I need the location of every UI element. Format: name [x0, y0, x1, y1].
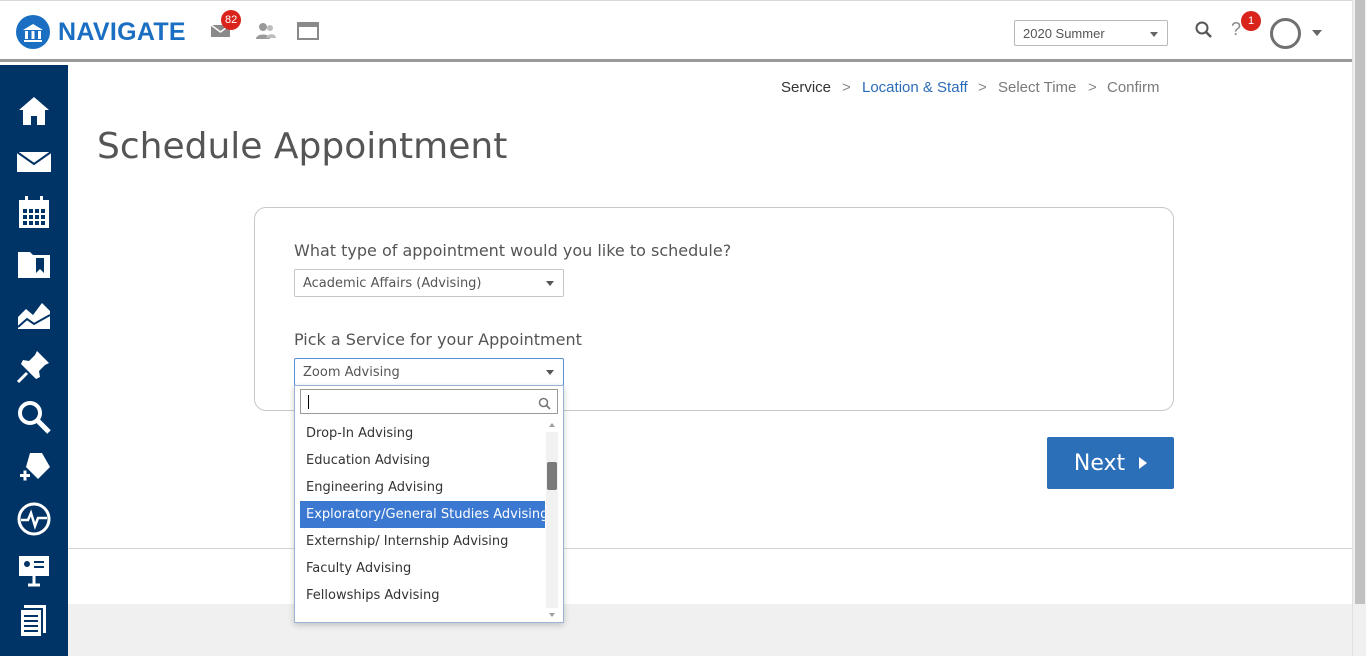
top-bar: NAVIGATE 82 2020 Summer ? 1	[0, 0, 1352, 62]
dropdown-option[interactable]: Engineering Advising	[300, 474, 545, 501]
term-select-value: 2020 Summer	[1023, 26, 1105, 41]
logo-mark-icon	[16, 15, 50, 49]
breadcrumb-separator: >	[1088, 79, 1097, 96]
text-cursor	[308, 395, 309, 409]
chevron-right-icon	[1139, 457, 1148, 469]
divider	[68, 548, 1352, 549]
dropdown-option[interactable]: Fellowships Advising	[300, 582, 545, 609]
service-label: Pick a Service for your Appointment	[294, 330, 582, 349]
documents-icon[interactable]	[16, 603, 52, 639]
scroll-track[interactable]	[546, 432, 558, 608]
search-nav-icon[interactable]	[16, 399, 52, 435]
dropdown-scrollbar[interactable]	[546, 420, 558, 620]
help-icon-glyph: ?	[1231, 19, 1242, 39]
account-menu-caret-icon[interactable]	[1312, 30, 1322, 36]
breadcrumb-confirm: Confirm	[1107, 79, 1160, 96]
mail-icon[interactable]	[16, 144, 52, 180]
breadcrumb-select-time: Select Time	[998, 79, 1077, 96]
footer-band	[68, 604, 1352, 656]
page-title: Schedule Appointment	[97, 126, 508, 167]
pulse-icon[interactable]	[16, 501, 52, 537]
tag-plus-icon[interactable]	[16, 450, 52, 486]
search-icon[interactable]	[1192, 19, 1216, 43]
calendar-icon[interactable]	[16, 195, 52, 231]
dropdown-option[interactable]: Externship/ Internship Advising	[300, 528, 545, 555]
page-scrollbar[interactable]	[1352, 0, 1366, 656]
dropdown-option[interactable]: Education Advising	[300, 447, 545, 474]
people-icon[interactable]	[254, 19, 278, 43]
service-select-value: Zoom Advising	[303, 365, 400, 380]
breadcrumb-separator: >	[842, 79, 851, 96]
breadcrumb-location-staff[interactable]: Location & Staff	[862, 79, 968, 96]
appointment-type-select[interactable]: Academic Affairs (Advising)	[294, 269, 564, 297]
pin-icon[interactable]	[16, 348, 52, 384]
dropdown-option-highlighted[interactable]: Exploratory/General Studies Advising	[300, 501, 545, 528]
search-icon	[538, 395, 551, 414]
term-select[interactable]: 2020 Summer	[1014, 20, 1168, 46]
dropdown-options: Drop-In Advising Education Advising Engi…	[300, 420, 545, 620]
sidebar	[0, 65, 68, 656]
avatar[interactable]	[1270, 18, 1301, 49]
dropdown-option[interactable]: Faculty Advising	[300, 555, 545, 582]
breadcrumb-separator: >	[978, 79, 987, 96]
help-badge: 1	[1241, 11, 1261, 31]
app-name: NAVIGATE	[58, 17, 186, 46]
window-icon[interactable]	[296, 19, 320, 43]
appointment-type-label: What type of appointment would you like …	[294, 241, 732, 260]
navigate-logo[interactable]: NAVIGATE	[16, 14, 186, 50]
scroll-up-icon[interactable]	[549, 423, 555, 427]
next-button[interactable]: Next	[1047, 437, 1174, 489]
appointment-type-value: Academic Affairs (Advising)	[303, 276, 482, 291]
area-chart-icon[interactable]	[16, 297, 52, 333]
scroll-thumb[interactable]	[547, 462, 557, 490]
breadcrumb-service: Service	[781, 79, 832, 96]
messages-badge: 82	[221, 10, 242, 30]
next-button-label: Next	[1073, 450, 1126, 476]
page-scroll-thumb[interactable]	[1355, 0, 1365, 604]
home-icon[interactable]	[16, 93, 52, 129]
chevron-down-icon	[546, 281, 554, 286]
scroll-down-icon[interactable]	[549, 613, 555, 617]
presentation-icon[interactable]	[16, 552, 52, 588]
dropdown-search-input[interactable]	[300, 389, 558, 414]
folder-bookmark-icon[interactable]	[16, 246, 52, 282]
service-select[interactable]: Zoom Advising	[294, 358, 564, 386]
dropdown-option[interactable]: Drop-In Advising	[300, 420, 545, 447]
chevron-down-icon	[546, 370, 554, 375]
appointment-form-card: What type of appointment would you like …	[254, 207, 1174, 411]
service-dropdown: Drop-In Advising Education Advising Engi…	[294, 385, 564, 623]
chevron-down-icon	[1150, 32, 1158, 37]
